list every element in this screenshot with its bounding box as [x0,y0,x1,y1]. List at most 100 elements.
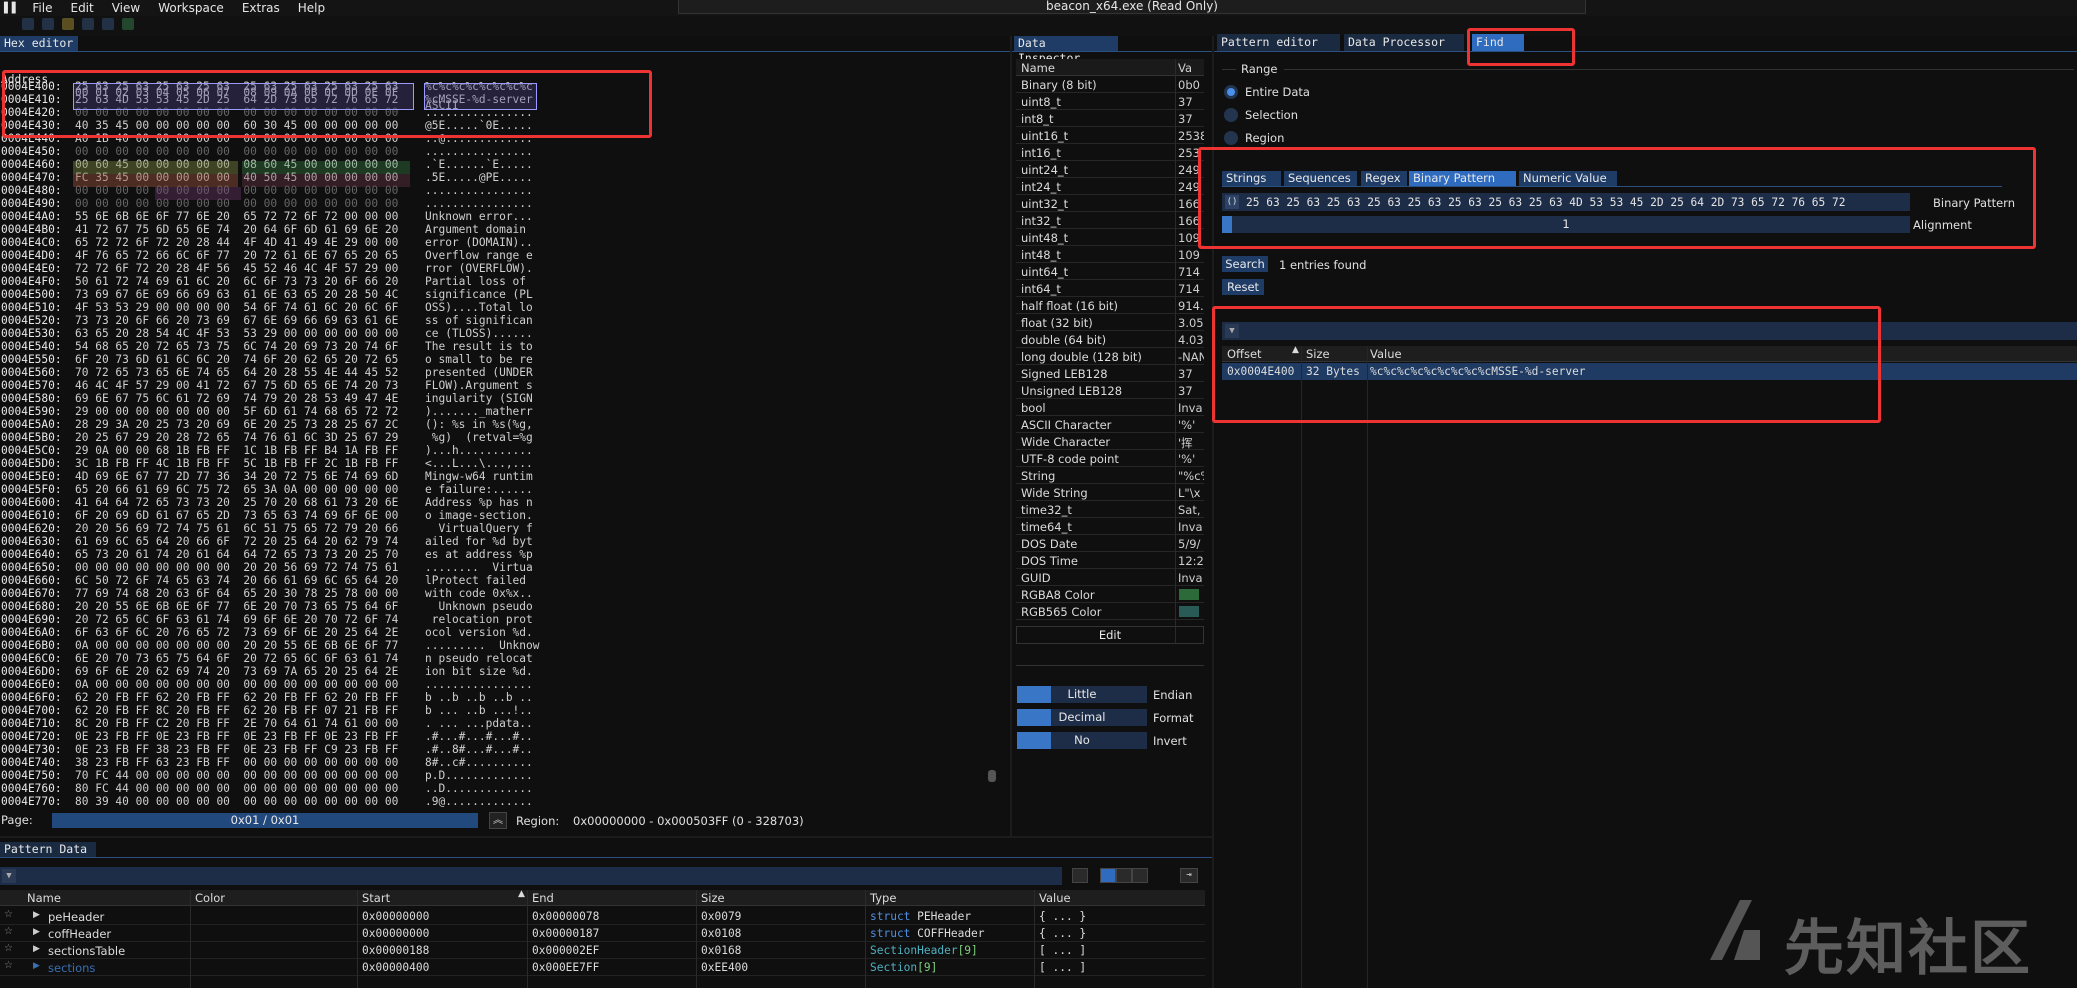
redo-icon[interactable] [42,18,54,30]
hex-bytes[interactable]: 29 0A 00 00 68 1B FB FF 1C 1B FB FF B4 1… [75,444,398,457]
pattern-filter-bar[interactable] [0,867,1062,885]
pattern-row[interactable]: ☆ ▶ sections 0x00000400 0x000EE7FF 0xEE400 Sec… [0,959,1205,976]
hex-ascii[interactable]: Unknown pseudo [425,600,532,613]
hex-bytes[interactable]: 20 72 65 6C 6F 63 61 74 69 6F 6E 20 70 7… [75,613,398,626]
menu-edit[interactable]: Edit [61,1,102,15]
hex-bytes[interactable]: 6F 20 69 6D 61 67 65 2D 73 65 63 74 69 6… [75,509,398,522]
hex-ascii[interactable]: 8#..c#.......... [425,756,533,769]
range-region-radio[interactable] [1224,131,1238,145]
hex-ascii[interactable]: Partial loss of [425,275,533,288]
page-selector[interactable]: 0x01 / 0x01 [52,813,478,828]
hex-bytes[interactable]: 80 FC 44 00 00 00 00 00 00 00 00 00 00 0… [75,782,398,795]
list-view-icon[interactable] [1100,868,1116,883]
hex-scrollbar[interactable] [988,770,996,782]
hex-ascii[interactable]: FLOW).Argument s [425,379,533,392]
flat-view-icon[interactable] [1116,868,1132,883]
hex-ascii[interactable]: b ... ..b ...!.. [425,704,533,717]
expand-arrow-icon[interactable]: ▶ [33,961,40,971]
hex-bytes[interactable]: 20 25 67 29 20 28 72 65 74 76 61 6C 3D 2… [75,431,398,444]
expand-arrow-icon[interactable]: ▶ [33,910,40,920]
hex-bytes[interactable]: 62 20 FB FF 62 20 FB FF 62 20 FB FF 62 2… [75,691,398,704]
hex-ascii[interactable]: <...L...\...,... [425,457,533,470]
hex-ascii[interactable]: ........ Virtua [425,561,533,574]
hex-ascii[interactable]: ................ [425,197,533,210]
hex-bytes[interactable]: 6C 50 72 6F 74 65 63 74 20 66 61 69 6C 6… [75,574,398,587]
hex-ascii[interactable]: o small to be re [425,353,533,366]
endian-slider[interactable]: Little [1017,686,1147,703]
hex-bytes[interactable]: 6E 20 70 73 65 75 64 6F 20 72 65 6C 6F 6… [75,652,398,665]
tree-view-icon[interactable] [1072,868,1088,883]
hex-ascii[interactable]: OSS)....Total lo [425,301,533,314]
hex-bytes[interactable]: 65 72 72 6F 72 20 28 44 4F 4D 41 49 4E 2… [75,236,398,249]
hex-bytes[interactable]: 69 6E 67 75 6C 61 72 69 74 79 20 28 53 4… [75,392,398,405]
hex-bytes[interactable]: 00 00 00 00 00 00 00 00 00 00 00 00 00 0… [75,145,398,158]
tab-pattern-data[interactable]: Pattern Data [0,842,96,857]
hex-bytes[interactable]: 63 65 20 28 54 4C 4F 53 53 29 00 00 00 0… [75,327,398,340]
undo-icon[interactable] [22,18,34,30]
hex-bytes[interactable]: 72 72 6F 72 20 28 4F 56 45 52 46 4C 4F 5… [75,262,398,275]
hex-bytes[interactable]: 0A 00 00 00 00 00 00 00 20 20 55 6E 6B 6… [75,639,398,652]
pattern-filter-icon[interactable]: ▼ [2,869,16,883]
expand-arrow-icon[interactable]: ▶ [33,944,40,954]
save-as-icon[interactable] [102,18,114,30]
hex-bytes[interactable]: 41 72 67 75 6D 65 6E 74 20 64 6F 6D 61 6… [75,223,398,236]
pattern-row[interactable]: ☆ ▶ sectionsTable 0x00000188 0x000002EF 0x016… [0,942,1205,959]
hex-ascii[interactable]: )...h........... [425,444,533,457]
hex-bytes[interactable]: 8C 20 FB FF C2 20 FB FF 2E 70 64 61 74 6… [75,717,398,730]
hex-ascii[interactable]: ion bit size %d. [425,665,533,678]
menu-help[interactable]: Help [289,1,334,15]
hex-ascii[interactable]: Overflow range e [425,249,533,262]
tab-data-inspector[interactable]: Data Inspector [1014,36,1118,65]
hex-bytes[interactable]: 55 6E 6B 6E 6F 77 6E 20 65 72 72 6F 72 0… [75,210,398,223]
hex-ascii[interactable]: significance (PL [425,288,533,301]
hex-bytes[interactable]: 73 73 20 6F 66 20 73 69 67 6E 69 66 69 6… [75,314,398,327]
pcol-name[interactable]: Name [27,891,61,905]
hex-ascii[interactable]: p.D............. [425,769,533,782]
hex-bytes[interactable]: 70 72 65 73 65 6E 74 65 64 20 28 55 4E 4… [75,366,398,379]
hex-ascii[interactable]: .9@............. [425,795,533,808]
hex-ascii[interactable]: b ..b ..b ..b .. [425,691,533,704]
hex-ascii[interactable]: error (DOMAIN).. [425,236,533,249]
open-file-icon[interactable] [62,18,74,30]
hex-bytes[interactable]: 4F 76 65 72 66 6C 6F 77 20 72 61 6E 67 6… [75,249,398,262]
hex-bytes[interactable]: 80 39 40 00 00 00 00 00 00 00 00 00 00 0… [75,795,398,808]
app-menu-icon[interactable]: ▌▌ [0,3,23,14]
save-icon[interactable] [82,18,94,30]
format-slider[interactable]: Decimal [1017,709,1147,726]
hex-ascii[interactable]: presented (UNDER [425,366,533,379]
hex-bytes[interactable]: 29 00 00 00 00 00 00 00 5F 6D 61 74 68 6… [75,405,398,418]
hex-bytes[interactable]: 65 20 66 61 69 6C 75 72 65 3A 0A 00 00 0… [75,483,398,496]
edit-button[interactable]: Edit [1016,626,1204,644]
reset-button[interactable]: Reset [1222,279,1264,295]
hex-ascii[interactable]: lProtect failed [425,574,533,587]
hex-ascii[interactable]: rror (OVERFLOW). [425,262,533,275]
hex-ascii[interactable]: ss of significan [425,314,533,327]
invert-slider[interactable]: No [1017,732,1147,749]
hex-ascii[interactable]: e failure:...... [425,483,533,496]
hex-bytes[interactable]: 0A 00 00 00 00 00 00 00 00 00 00 00 00 0… [75,678,398,691]
menu-view[interactable]: View [103,1,149,15]
hex-bytes[interactable]: 0E 23 FB FF 0E 23 FB FF 0E 23 FB FF 0E 2… [75,730,398,743]
hex-bytes[interactable]: 65 73 20 61 74 20 61 64 64 72 65 73 73 2… [75,548,398,561]
range-selection-radio[interactable] [1224,108,1238,122]
hex-ascii[interactable]: VirtualQuery f [425,522,532,535]
favorite-star-icon[interactable]: ☆ [4,909,13,920]
hex-bytes[interactable]: 61 69 6C 65 64 20 66 6F 72 20 25 64 20 6… [75,535,398,548]
pattern-row[interactable]: ☆ ▶ coffHeader 0x00000000 0x00000187 0x0108 st… [0,925,1205,942]
hex-ascii[interactable]: .#...#...#...#.. [425,730,533,743]
favorite-star-icon[interactable]: ☆ [4,943,13,954]
hex-ascii[interactable]: .`E......`E..... [425,158,533,171]
hex-bytes[interactable]: 54 68 65 20 72 65 73 75 6C 74 20 69 73 2… [75,340,398,353]
pcol-start[interactable]: Start [362,891,390,905]
tab-pattern-editor[interactable]: Pattern editor [1217,34,1340,51]
hex-bytes[interactable]: 62 20 FB FF 8C 20 FB FF 62 20 FB FF 07 2… [75,704,398,717]
hex-bytes[interactable]: 28 29 3A 20 25 73 20 69 6E 20 25 73 28 2… [75,418,398,431]
hex-ascii[interactable]: (): %s in %s(%g, [425,418,533,431]
hex-bytes[interactable]: 4F 53 53 29 00 00 00 00 54 6F 74 61 6C 2… [75,301,398,314]
favorite-star-icon[interactable]: ☆ [4,960,13,971]
hex-ascii[interactable]: n pseudo relocat [425,652,533,665]
hex-ascii[interactable]: relocation prot [425,613,533,626]
hex-bytes[interactable]: 20 20 55 6E 6B 6E 6F 77 6E 20 70 73 65 7… [75,600,398,613]
collapse-icon[interactable]: ︽ [489,812,507,829]
hex-ascii[interactable]: .5E.....@PE..... [425,171,533,184]
